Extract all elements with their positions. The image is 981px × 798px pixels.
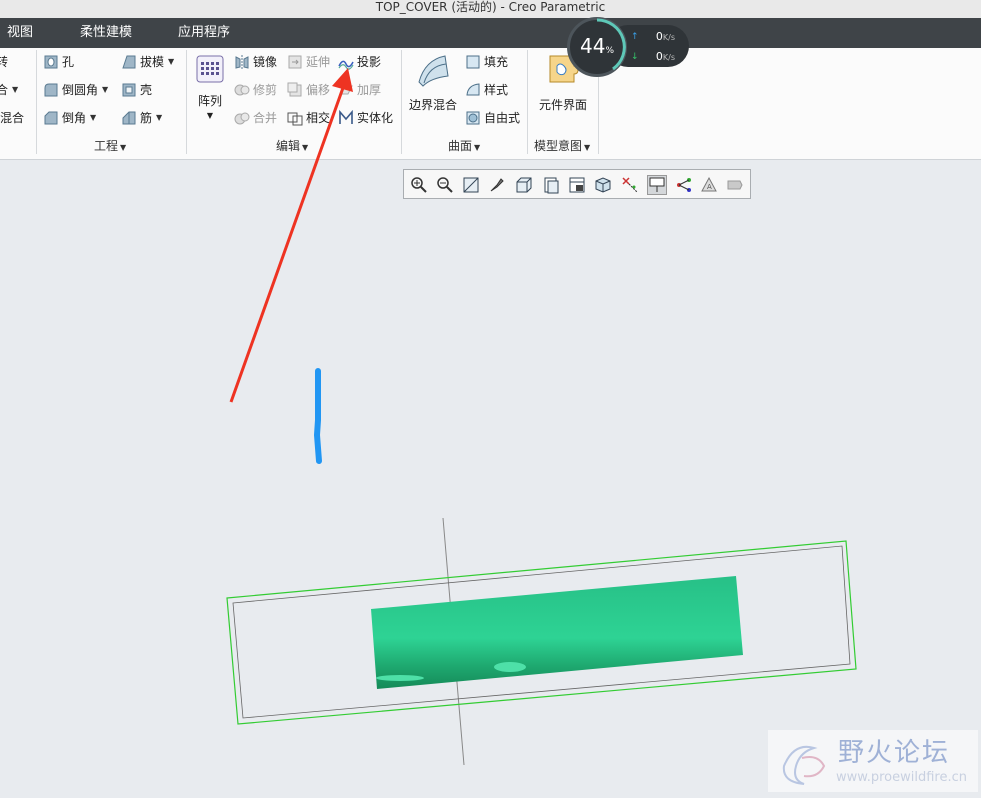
model-highlight [376, 675, 424, 681]
annotation-arrow [229, 68, 353, 403]
watermark-title: 野火论坛 [838, 738, 951, 768]
graphics-canvas[interactable] [0, 0, 981, 798]
sketch-stroke [313, 368, 322, 464]
forum-watermark: 野火论坛 www.proewildfire.cn [768, 730, 978, 792]
watermark-url: www.proewildfire.cn [836, 770, 967, 785]
model-body[interactable] [371, 576, 743, 689]
forum-logo-icon [782, 745, 826, 785]
model-highlight [494, 662, 526, 672]
